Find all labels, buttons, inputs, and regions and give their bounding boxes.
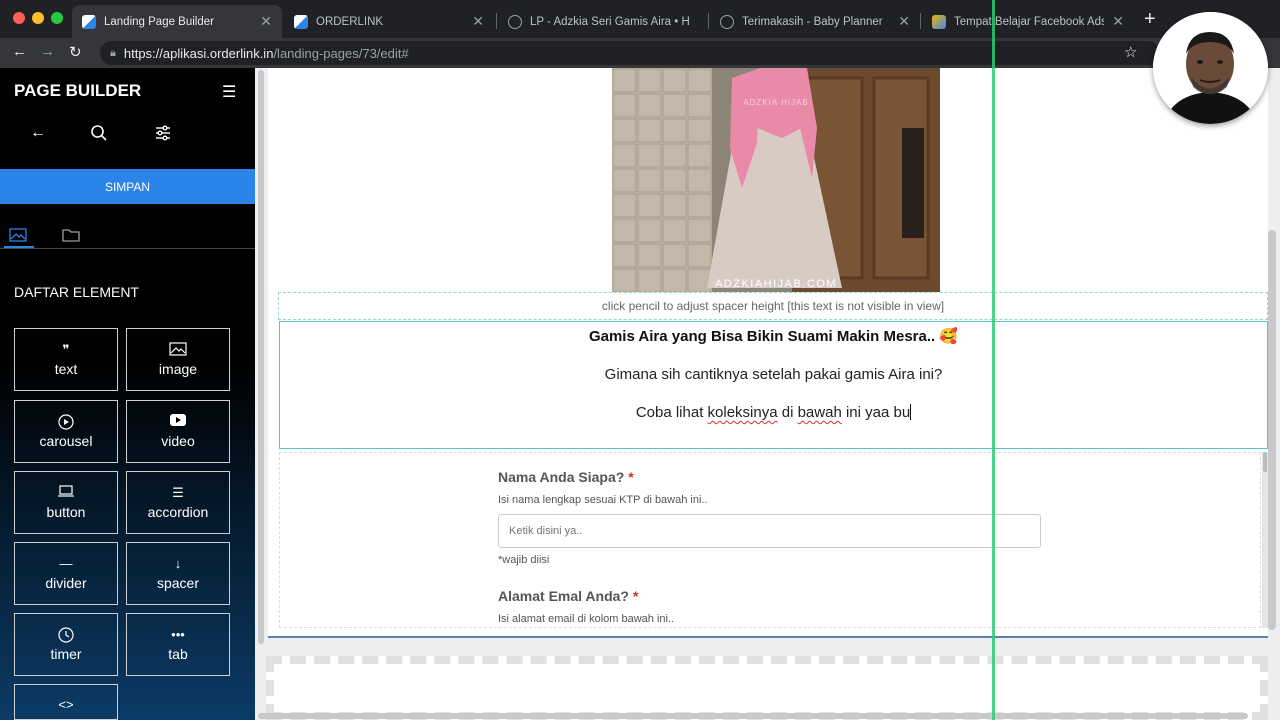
form-element[interactable]: Nama Anda Siapa? * Isi nama lengkap sesu…: [279, 452, 1261, 628]
name-field-help: Isi nama lengkap sesuai KTP di bawah ini…: [498, 494, 708, 506]
misspelled-word: bawah: [797, 404, 842, 421]
spacer-hint-text: click pencil to adjust spacer height [th…: [601, 299, 945, 313]
required-note: *wajib diisi: [498, 554, 550, 566]
page-scrollbar[interactable]: [1268, 230, 1276, 630]
close-icon[interactable]: ✕: [1112, 13, 1124, 30]
horizontal-scrollbar[interactable]: [258, 713, 1248, 719]
globe-icon: [508, 14, 522, 29]
maximize-window-button[interactable]: [51, 12, 63, 24]
simpan-save-button[interactable]: SIMPAN: [0, 169, 255, 204]
page-builder-sidebar: PAGE BUILDER ☰ ← SIMPAN DAFTAR ELEMENT ❞…: [0, 68, 255, 720]
search-icon[interactable]: [90, 124, 108, 147]
misspelled-word: koleksinya: [707, 404, 778, 421]
clock-icon: [58, 627, 74, 643]
play-circle-icon: [58, 414, 74, 430]
tab-title: Terimakasih - Baby Planner: [742, 15, 883, 28]
back-arrow-icon[interactable]: ←: [30, 124, 46, 142]
guide-line: [992, 0, 995, 720]
name-input[interactable]: [498, 514, 1041, 548]
canvas-scrollbar[interactable]: [258, 70, 264, 644]
dots-icon: •••: [171, 627, 185, 642]
forward-arrow-icon[interactable]: →: [40, 43, 55, 60]
element-spacer-button[interactable]: ↓ spacer: [126, 542, 230, 605]
tab-elements-image-icon[interactable]: [9, 228, 27, 245]
close-icon[interactable]: ✕: [260, 13, 272, 30]
browser-tab-orderlink[interactable]: ORDERLINK ✕: [284, 5, 494, 38]
element-text-button[interactable]: ❞ text: [14, 328, 118, 391]
image-icon: [169, 342, 187, 357]
element-video-button[interactable]: video: [126, 400, 230, 463]
email-field-label: Alamat Emal Anda? *: [498, 588, 639, 604]
minus-icon: —: [59, 556, 73, 571]
globe-icon: [720, 14, 734, 29]
bookmark-star-icon[interactable]: ☆: [1124, 43, 1137, 61]
lock-icon: 🔒︎: [110, 46, 116, 59]
element-image-button[interactable]: image: [126, 328, 230, 391]
element-timer-button[interactable]: timer: [14, 613, 118, 676]
tab-title: Tempat Belajar Facebook Ads d: [954, 15, 1105, 28]
address-bar[interactable]: 🔒︎ https://aplikasi.orderlink.in/landing…: [100, 41, 1160, 65]
text-line-1: Gimana sih cantiknya setelah pakai gamis…: [604, 366, 943, 383]
code-icon: <>: [58, 697, 74, 712]
browser-tab-landing-page-builder[interactable]: Landing Page Builder ✕: [72, 5, 282, 38]
url-path: /landing-pages/73/edit#: [273, 45, 409, 61]
browser-tab-facebook-ads[interactable]: Tempat Belajar Facebook Ads d ✕: [922, 5, 1134, 38]
back-arrow-icon[interactable]: ←: [12, 43, 27, 60]
element-accordion-button[interactable]: ☰ accordion: [126, 471, 230, 534]
url-host: https://aplikasi.orderlink.in: [123, 45, 274, 61]
youtube-icon: [170, 414, 186, 429]
empty-section-dropzone[interactable]: [266, 656, 1268, 720]
triangle-logo-icon: [932, 14, 946, 29]
element-button-button[interactable]: button: [14, 471, 118, 534]
email-field-help: Isi alamat email di kolom bawah ini..: [498, 613, 675, 625]
text-heading: Gamis Aira yang Bisa Bikin Suami Makin M…: [588, 328, 959, 345]
spacer-element[interactable]: click pencil to adjust spacer height [th…: [278, 292, 1268, 320]
product-image[interactable]: ADZKIAHIJAB.COM ADZKIA HIJAB: [612, 68, 940, 292]
tab-title: Landing Page Builder: [104, 15, 214, 28]
close-window-button[interactable]: [13, 12, 25, 24]
orderlink-favicon-icon: [294, 14, 308, 29]
browser-toolbar: ← → ↻ 🔒︎ https://aplikasi.orderlink.in/l…: [0, 38, 1280, 68]
image-watermark-top: ADZKIA HIJAB: [743, 98, 809, 107]
reload-icon[interactable]: ↻: [69, 43, 82, 61]
text-element-editing[interactable]: Gamis Aira yang Bisa Bikin Suami Makin M…: [279, 321, 1268, 449]
element-carousel-button[interactable]: carousel: [14, 400, 118, 463]
element-tab-button[interactable]: ••• tab: [126, 613, 230, 676]
sidebar-title: PAGE BUILDER: [14, 81, 142, 100]
tab-title: LP - Adzkia Seri Gamis Aira • H: [530, 15, 690, 28]
list-icon: ☰: [172, 485, 184, 500]
tab-title: ORDERLINK: [316, 15, 384, 28]
daftar-element-heading: DAFTAR ELEMENT: [14, 284, 139, 300]
presenter-webcam-avatar: [1153, 12, 1268, 124]
laptop-icon: [57, 485, 75, 500]
browser-tab-bar: Landing Page Builder ✕ ORDERLINK ✕ LP - …: [0, 0, 1280, 38]
image-watermark: ADZKIAHIJAB.COM: [714, 278, 838, 290]
arrow-down-icon: ↓: [174, 556, 182, 571]
sliders-settings-icon[interactable]: [154, 124, 172, 147]
close-icon[interactable]: ✕: [472, 13, 484, 30]
hamburger-menu-icon[interactable]: ☰: [222, 82, 236, 102]
tab-folder-icon[interactable]: [62, 228, 80, 245]
element-code-button[interactable]: <>: [14, 684, 118, 720]
minimize-window-button[interactable]: [32, 12, 44, 24]
name-field-label: Nama Anda Siapa? *: [498, 469, 634, 485]
text-line-2: Coba lihat koleksinya di bawah ini yaa b…: [635, 404, 912, 421]
orderlink-favicon-icon: [82, 14, 96, 29]
quote-icon: ❞: [62, 342, 70, 357]
new-tab-plus-icon[interactable]: +: [1144, 9, 1156, 29]
text-caret: [910, 404, 912, 420]
element-divider-button[interactable]: — divider: [14, 542, 118, 605]
close-icon[interactable]: ✕: [898, 13, 910, 30]
browser-tab-lp-adzkia[interactable]: LP - Adzkia Seri Gamis Aira • H: [498, 5, 710, 38]
browser-tab-baby-planner[interactable]: Terimakasih - Baby Planner ✕: [710, 5, 920, 38]
